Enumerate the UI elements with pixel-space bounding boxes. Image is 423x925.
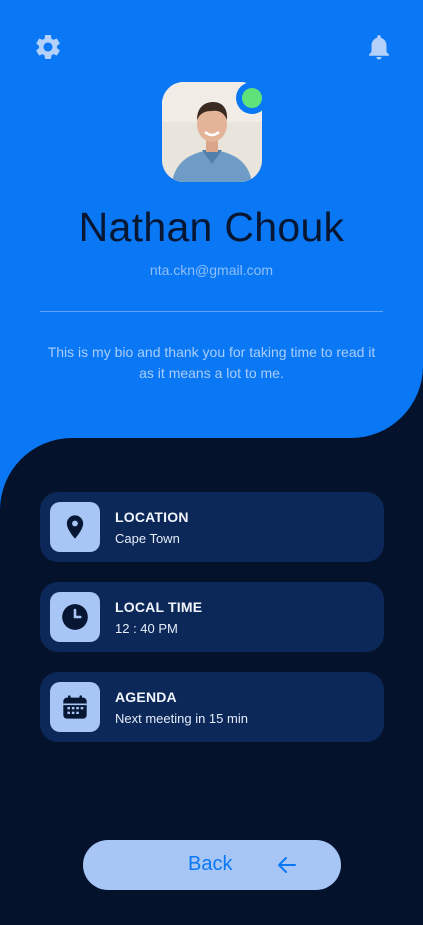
card-title: LOCAL TIME <box>115 599 203 615</box>
agenda-card[interactable]: AGENDA Next meeting in 15 min <box>40 672 384 742</box>
clock-icon <box>62 604 88 630</box>
notifications-button[interactable] <box>362 30 396 64</box>
card-value: Next meeting in 15 min <box>115 711 248 726</box>
settings-button[interactable] <box>31 30 65 64</box>
local-time-card[interactable]: LOCAL TIME 12 : 40 PM <box>40 582 384 652</box>
profile-email[interactable]: nta.ckn@gmail.com <box>0 262 423 278</box>
profile-screen: Nathan Chouk nta.ckn@gmail.com This is m… <box>0 0 423 925</box>
location-card[interactable]: LOCATION Cape Town <box>40 492 384 562</box>
calendar-icon-box <box>50 682 100 732</box>
location-pin-icon <box>66 515 84 539</box>
card-value: Cape Town <box>115 531 180 546</box>
profile-bio: This is my bio and thank you for taking … <box>47 344 376 381</box>
clock-icon-box <box>50 592 100 642</box>
gear-icon <box>36 34 60 59</box>
avatar-container[interactable] <box>162 82 268 182</box>
back-button[interactable]: Back <box>83 840 341 890</box>
online-status-indicator <box>236 82 268 114</box>
profile-name: Nathan Chouk <box>78 204 345 250</box>
location-icon-box <box>50 502 100 552</box>
card-title: AGENDA <box>115 689 177 705</box>
bell-icon <box>369 35 389 60</box>
back-button-label: Back <box>188 853 233 875</box>
divider <box>40 311 383 312</box>
arrow-left-icon <box>275 853 299 877</box>
card-value: 12 : 40 PM <box>115 621 178 636</box>
card-title: LOCATION <box>115 509 189 525</box>
calendar-icon <box>63 695 87 719</box>
